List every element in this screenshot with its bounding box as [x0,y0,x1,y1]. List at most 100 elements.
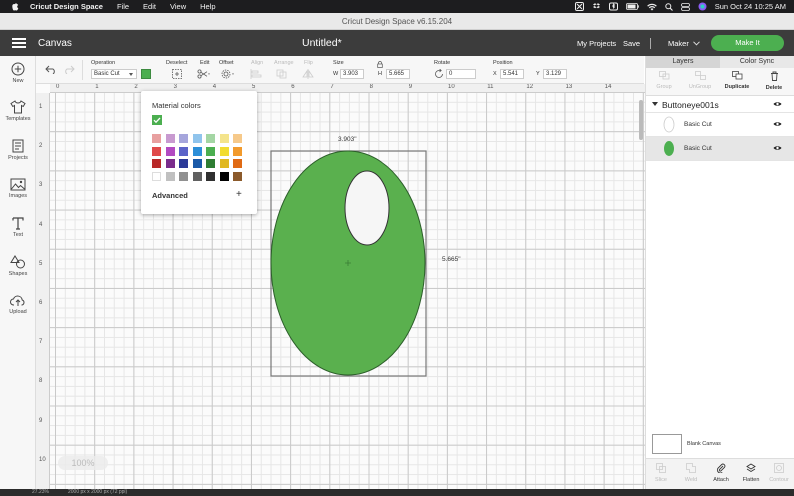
ungroup-button[interactable]: UnGroup [682,71,718,90]
color-swatch[interactable] [233,134,242,143]
color-swatch[interactable] [233,159,242,168]
redo-icon[interactable] [63,65,75,74]
slice-button[interactable]: Slice [646,463,676,483]
color-swatch[interactable] [192,159,202,168]
menu-view[interactable]: View [170,2,186,11]
blank-canvas-row[interactable]: Blank Canvas [646,432,794,456]
white-oval-shape[interactable] [344,170,390,246]
height-input[interactable]: 5.665 [386,69,410,79]
color-swatch[interactable] [233,146,242,156]
rotate-input[interactable]: 0 [446,69,476,79]
bluetooth-icon[interactable] [608,2,618,11]
color-swatch[interactable] [206,159,215,168]
menubar-clock[interactable]: Sun Oct 24 10:25 AM [715,2,786,11]
color-swatch[interactable] [152,146,161,156]
menu-help[interactable]: Help [200,2,215,11]
advanced-toggle[interactable]: Advanced [152,191,188,200]
collapse-caret-icon[interactable] [652,102,658,106]
sidebar-item-text[interactable]: Text [0,216,36,238]
attach-button[interactable]: Attach [706,463,736,483]
color-swatch[interactable] [165,134,175,143]
color-swatch[interactable] [179,134,188,143]
color-swatch[interactable] [192,146,202,156]
sidebar-item-projects[interactable]: Projects [0,139,36,161]
color-swatch[interactable] [165,159,175,168]
status-app-icon[interactable] [574,2,584,11]
scissors-icon[interactable] [197,69,211,79]
visibility-eye-icon[interactable] [773,101,782,107]
color-swatch[interactable] [206,171,215,181]
control-center-icon[interactable] [680,2,690,11]
height-dimension-label: 5.665" [442,256,461,263]
visibility-eye-icon[interactable] [773,145,782,151]
material-color-swatch[interactable] [141,69,151,79]
color-swatch[interactable] [179,146,188,156]
group-button[interactable]: Group [646,71,682,90]
wifi-icon[interactable] [646,3,657,11]
color-swatch[interactable] [192,134,202,143]
document-title[interactable]: Untitled* [302,37,342,49]
layer-row-green[interactable]: Basic Cut [646,137,794,161]
position-label: Position [493,60,513,66]
color-swatch[interactable] [219,159,229,168]
flatten-button[interactable]: Flatten [736,463,766,483]
layer-row-white[interactable]: Basic Cut [646,113,794,137]
ungroup-icon [694,71,706,80]
color-swatch[interactable] [179,159,188,168]
design-canvas[interactable]: 01234567891011121314 1234567891011 3.903… [36,84,645,490]
color-swatch[interactable] [165,171,175,181]
layer-group-row[interactable]: Buttoneye001s [646,96,794,113]
duplicate-button[interactable]: Duplicate [719,71,755,90]
color-swatch[interactable] [206,134,215,143]
width-input[interactable]: 3.903 [340,69,364,79]
operation-select[interactable]: Basic Cut [91,69,137,79]
color-swatch[interactable] [192,171,202,181]
search-icon[interactable] [665,2,673,11]
machine-select[interactable]: Maker [668,39,700,48]
zoom-control[interactable]: 100% [58,456,108,470]
lock-icon[interactable] [377,61,383,68]
tab-layers[interactable]: Layers [646,56,720,68]
sidebar-item-upload[interactable]: Upload [0,294,36,315]
y-position-input[interactable]: 3.129 [543,69,567,79]
apple-icon[interactable] [10,2,20,12]
color-swatch[interactable] [165,146,175,156]
color-swatch[interactable] [152,134,161,143]
undo-icon[interactable] [45,65,57,74]
color-swatch[interactable] [233,171,242,181]
save-link[interactable]: Save [623,39,640,48]
color-swatch[interactable] [179,171,188,181]
my-projects-link[interactable]: My Projects [577,39,616,48]
menu-app-name[interactable]: Cricut Design Space [30,2,103,11]
deselect-icon[interactable] [172,69,182,79]
battery-icon[interactable] [625,3,639,10]
weld-button[interactable]: Weld [676,463,706,483]
rotate-icon[interactable] [434,69,444,79]
dropbox-icon[interactable] [592,2,601,11]
visibility-eye-icon[interactable] [773,121,782,127]
sidebar-item-templates[interactable]: Templates [0,100,36,122]
menu-edit[interactable]: Edit [143,2,156,11]
tab-color-sync[interactable]: Color Sync [720,56,794,68]
color-swatch[interactable] [152,159,161,168]
section-title: Canvas [38,37,72,49]
contour-button[interactable]: Contour [764,463,794,483]
flip-icon [302,69,314,79]
expand-plus-icon[interactable]: + [236,189,242,200]
color-swatch[interactable] [206,146,215,156]
x-position-input[interactable]: 5.541 [500,69,524,79]
color-swatch[interactable] [219,146,229,156]
selected-color-swatch[interactable] [152,115,162,125]
color-swatch[interactable] [219,171,229,181]
sidebar-item-images[interactable]: Images [0,178,36,199]
delete-button[interactable]: Delete [756,71,792,91]
siri-icon[interactable] [698,2,707,11]
menu-file[interactable]: File [117,2,129,11]
color-swatch[interactable] [152,171,161,181]
hamburger-menu-icon[interactable] [12,36,26,51]
color-swatch[interactable] [219,134,229,143]
sidebar-item-new[interactable]: New [0,62,36,84]
sidebar-item-shapes[interactable]: Shapes [0,255,36,277]
offset-icon[interactable] [221,69,235,79]
make-it-button[interactable]: Make It [711,35,784,51]
